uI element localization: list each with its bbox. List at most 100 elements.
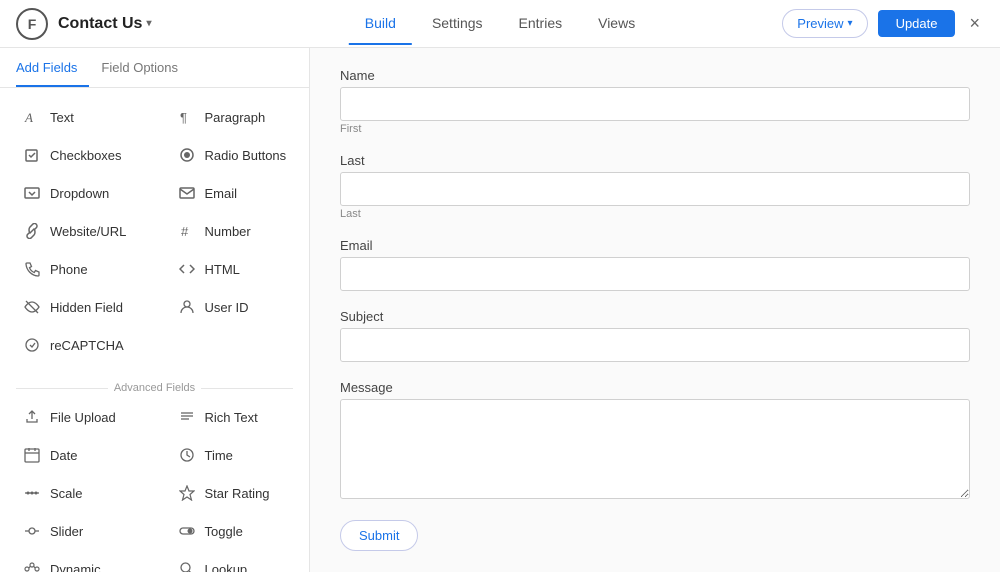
field-item-user-id[interactable]: User ID — [161, 289, 304, 325]
sidebar-tab-field-options[interactable]: Field Options — [101, 48, 190, 87]
field-label-email: Email — [205, 186, 238, 201]
field-item-dropdown[interactable]: Dropdown — [6, 175, 149, 211]
checkboxes-icon — [22, 145, 42, 165]
field-item-toggle[interactable]: Toggle — [161, 513, 304, 549]
number-icon: # — [177, 221, 197, 241]
field-item-file-upload[interactable]: File Upload — [6, 399, 149, 435]
header-title: Contact Us ▾ — [58, 15, 151, 33]
field-label-toggle: Toggle — [205, 524, 243, 539]
lookup-icon — [177, 559, 197, 572]
tab-build[interactable]: Build — [349, 3, 412, 45]
field-item-dynamic[interactable]: Dynamic — [6, 551, 149, 572]
sidebar-tab-add-fields[interactable]: Add Fields — [16, 48, 89, 87]
name-first-sublabel: First — [340, 123, 970, 135]
field-label-rich-text: Rich Text — [205, 410, 258, 425]
field-item-hidden-field[interactable]: Hidden Field — [6, 289, 149, 325]
field-label-hidden-field: Hidden Field — [50, 300, 123, 315]
field-label-dropdown: Dropdown — [50, 186, 109, 201]
field-label-file-upload: File Upload — [50, 410, 116, 425]
field-item-checkboxes[interactable]: Checkboxes — [6, 137, 149, 173]
html-icon — [177, 259, 197, 279]
name-last-input[interactable] — [340, 172, 970, 206]
form-submit-row: Submit — [340, 520, 970, 551]
tab-views[interactable]: Views — [582, 3, 651, 45]
field-item-rich-text[interactable]: Rich Text — [161, 399, 304, 435]
tab-settings[interactable]: Settings — [416, 3, 499, 45]
field-item-lookup[interactable]: Lookup — [161, 551, 304, 572]
form-group-email: Email — [340, 238, 970, 291]
field-label-radio-buttons: Radio Buttons — [205, 148, 287, 163]
scale-icon — [22, 483, 42, 503]
date-icon — [22, 445, 42, 465]
header-actions: Preview ▾ Update × — [782, 9, 984, 38]
message-label: Message — [340, 380, 970, 395]
user-id-icon — [177, 297, 197, 317]
basic-fields-grid: A Text ¶ Paragraph Checkboxes — [0, 98, 309, 364]
submit-button[interactable]: Submit — [340, 520, 418, 551]
radio-buttons-icon — [177, 145, 197, 165]
update-button[interactable]: Update — [878, 10, 956, 37]
name-label: Name — [340, 68, 970, 83]
preview-button[interactable]: Preview ▾ — [782, 9, 867, 38]
header-nav: Build Settings Entries Views — [349, 3, 651, 45]
field-item-email[interactable]: Email — [161, 175, 304, 211]
field-label-star-rating: Star Rating — [205, 486, 270, 501]
field-item-slider[interactable]: Slider — [6, 513, 149, 549]
app-header: F Contact Us ▾ Build Settings Entries Vi… — [0, 0, 1000, 48]
field-label-time: Time — [205, 448, 233, 463]
name-first-col: First — [340, 87, 970, 135]
last-label: Last — [340, 153, 970, 168]
email-input[interactable] — [340, 257, 970, 291]
field-label-scale: Scale — [50, 486, 83, 501]
tab-entries[interactable]: Entries — [503, 3, 579, 45]
field-item-scale[interactable]: Scale — [6, 475, 149, 511]
field-item-website-url[interactable]: Website/URL — [6, 213, 149, 249]
field-label-paragraph: Paragraph — [205, 110, 266, 125]
sidebar: Add Fields Field Options A Text ¶ Paragr… — [0, 48, 310, 572]
field-item-time[interactable]: Time — [161, 437, 304, 473]
message-textarea[interactable] — [340, 399, 970, 499]
title-chevron-icon[interactable]: ▾ — [146, 18, 151, 29]
form-group-message: Message — [340, 380, 970, 502]
advanced-fields-grid: File Upload Rich Text Date — [0, 398, 309, 572]
field-label-text: Text — [50, 110, 74, 125]
field-label-dynamic: Dynamic — [50, 562, 101, 572]
sidebar-tabs: Add Fields Field Options — [0, 48, 309, 88]
time-icon — [177, 445, 197, 465]
svg-text:A: A — [24, 110, 33, 125]
form-builder-content: Name First Last Last Email Subject — [310, 48, 1000, 572]
subject-input[interactable] — [340, 328, 970, 362]
toggle-icon — [177, 521, 197, 541]
field-label-phone: Phone — [50, 262, 88, 277]
field-item-number[interactable]: # Number — [161, 213, 304, 249]
advanced-fields-label: Advanced Fields — [0, 374, 309, 398]
field-item-text[interactable]: A Text — [6, 99, 149, 135]
name-first-input[interactable] — [340, 87, 970, 121]
form-group-name: Name First — [340, 68, 970, 135]
svg-text:#: # — [181, 224, 189, 239]
close-button[interactable]: × — [965, 9, 984, 38]
field-item-html[interactable]: HTML — [161, 251, 304, 287]
field-item-star-rating[interactable]: Star Rating — [161, 475, 304, 511]
field-label-date: Date — [50, 448, 77, 463]
hidden-field-icon — [22, 297, 42, 317]
text-icon: A — [22, 107, 42, 127]
main-layout: Add Fields Field Options A Text ¶ Paragr… — [0, 48, 1000, 572]
field-item-phone[interactable]: Phone — [6, 251, 149, 287]
field-item-paragraph[interactable]: ¶ Paragraph — [161, 99, 304, 135]
field-item-radio-buttons[interactable]: Radio Buttons — [161, 137, 304, 173]
file-upload-icon — [22, 407, 42, 427]
chevron-down-icon: ▾ — [848, 18, 853, 29]
field-label-recaptcha: reCAPTCHA — [50, 338, 124, 353]
field-label-slider: Slider — [50, 524, 83, 539]
field-item-recaptcha[interactable]: reCAPTCHA — [6, 327, 149, 363]
field-item-date[interactable]: Date — [6, 437, 149, 473]
paragraph-icon: ¶ — [177, 107, 197, 127]
subject-label: Subject — [340, 309, 970, 324]
phone-icon — [22, 259, 42, 279]
email-label: Email — [340, 238, 970, 253]
svg-text:¶: ¶ — [180, 110, 187, 125]
field-label-html: HTML — [205, 262, 240, 277]
recaptcha-icon — [22, 335, 42, 355]
form-group-last: Last Last — [340, 153, 970, 220]
